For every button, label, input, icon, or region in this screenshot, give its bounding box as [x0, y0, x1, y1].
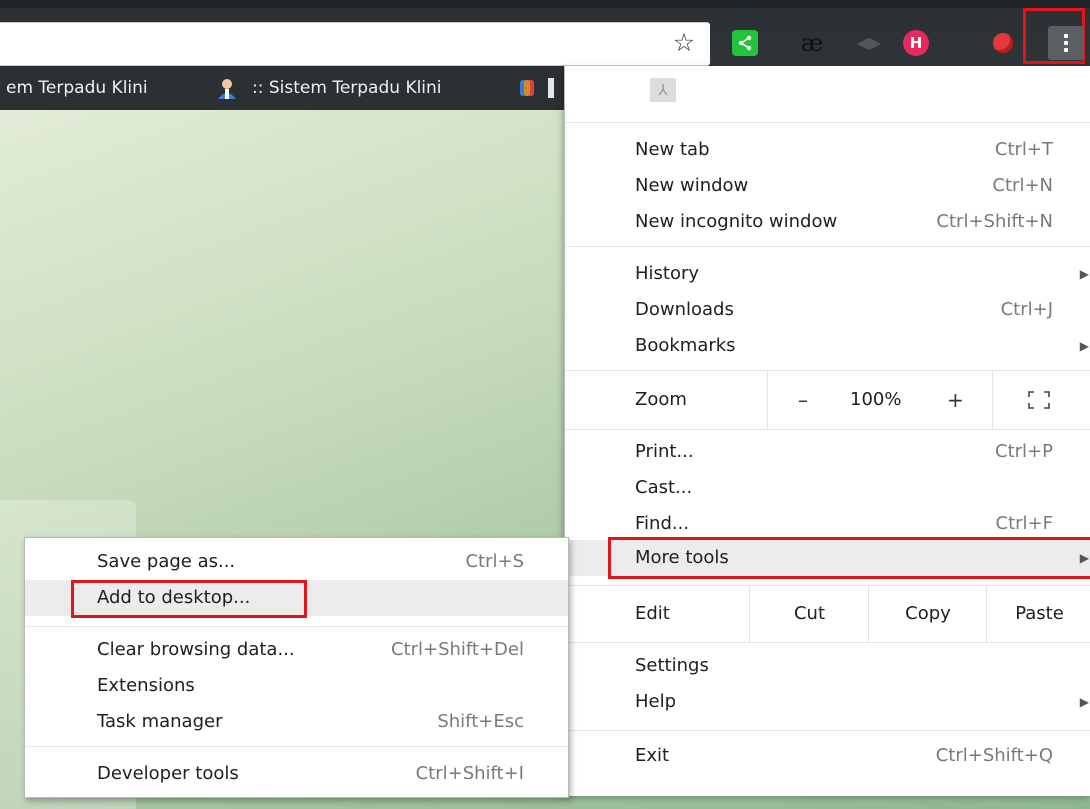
h-extension-icon[interactable]: H — [903, 30, 929, 56]
menu-item-label: Extensions — [97, 675, 195, 696]
chrome-main-menu: ⅄ New tab Ctrl+T New window Ctrl+N New i… — [564, 66, 1090, 796]
menu-item-label: New window — [635, 175, 749, 196]
menu-item-shortcut: Shift+Esc — [437, 711, 524, 732]
menu-dot — [1064, 41, 1068, 45]
menu-item-label: Cast... — [635, 477, 693, 498]
menu-dot — [1064, 48, 1068, 52]
add-to-desktop-highlight — [71, 580, 307, 618]
fullscreen-icon[interactable] — [1028, 391, 1050, 409]
menu-item-shortcut: Ctrl+S — [465, 551, 524, 572]
menu-item-shortcut: Ctrl+Shift+N — [936, 211, 1053, 232]
menu-item-settings[interactable]: Settings — [565, 648, 1090, 684]
menu-edit-row: Edit Cut Copy Paste — [565, 586, 1090, 642]
menu-item-label: Help — [635, 691, 677, 712]
h-extension-letter: H — [909, 34, 923, 52]
menu-item-label: New tab — [635, 139, 710, 160]
bookmark-item[interactable]: :: Sistem Terpadu Klini — [252, 66, 442, 110]
pdf-extension-icon[interactable]: ⅄ — [650, 78, 676, 102]
zoom-value: 100% — [850, 389, 902, 410]
bookmark-overflow[interactable] — [548, 78, 554, 98]
paste-button[interactable]: Paste — [986, 586, 1090, 642]
bookmark-item[interactable]: em Terpadu Klini — [6, 66, 148, 110]
cube-bookmark-icon[interactable] — [520, 80, 534, 96]
submenu-item-task-manager[interactable]: Task manager Shift+Esc — [25, 704, 568, 740]
bookmarks-bar: em Terpadu Klini :: Sistem Terpadu Klini — [0, 66, 564, 110]
red-extension-icon[interactable] — [993, 33, 1013, 53]
menu-item-label: Downloads — [635, 299, 734, 320]
menu-item-label: Bookmarks — [635, 335, 736, 356]
menu-item-help[interactable]: Help ▶ — [565, 684, 1090, 720]
menu-dot — [1064, 34, 1068, 38]
menu-separator — [25, 746, 568, 747]
menu-item-new-tab[interactable]: New tab Ctrl+T — [565, 132, 1090, 168]
menu-item-label: Task manager — [97, 711, 223, 732]
menu-separator — [565, 642, 1090, 643]
zoom-out-button[interactable]: – — [798, 371, 808, 429]
menu-item-label: Settings — [635, 655, 709, 676]
submenu-arrow-icon: ▶ — [1079, 267, 1089, 281]
zoom-divider — [992, 371, 993, 429]
copy-button[interactable]: Copy — [868, 586, 987, 642]
submenu-item-developer-tools[interactable]: Developer tools Ctrl+Shift+I — [25, 756, 568, 792]
menu-separator — [565, 246, 1090, 247]
menu-zoom-row: Zoom – 100% + — [565, 371, 1090, 429]
menu-item-print[interactable]: Print... Ctrl+P — [565, 434, 1090, 470]
menu-separator — [565, 429, 1090, 430]
share-extension-icon[interactable] — [732, 30, 758, 56]
menu-item-shortcut: Ctrl+J — [1000, 299, 1053, 320]
zoom-divider — [767, 371, 768, 429]
menu-item-shortcut: Ctrl+N — [992, 175, 1053, 196]
menu-item-shortcut: Ctrl+T — [994, 139, 1053, 160]
menu-item-new-window[interactable]: New window Ctrl+N — [565, 168, 1090, 204]
menu-separator — [25, 626, 568, 627]
menu-item-history[interactable]: History ▶ — [565, 256, 1090, 292]
chrome-menu-button[interactable] — [1048, 26, 1084, 60]
menu-item-new-incognito[interactable]: New incognito window Ctrl+Shift+N — [565, 204, 1090, 240]
menu-item-shortcut: Ctrl+P — [995, 441, 1053, 462]
submenu-item-clear-browsing-data[interactable]: Clear browsing data... Ctrl+Shift+Del — [25, 632, 568, 668]
address-bar[interactable] — [0, 22, 710, 66]
menu-item-label: Developer tools — [97, 763, 239, 784]
menu-item-shortcut: Ctrl+Shift+I — [415, 763, 524, 784]
more-tools-highlight — [608, 537, 1090, 579]
bookmark-star-icon[interactable]: ☆ — [666, 24, 702, 62]
browser-toolbar: ☆ æ ◀▶ H — [0, 0, 1090, 66]
menu-item-label: Print... — [635, 441, 694, 462]
menu-item-label: Clear browsing data... — [97, 639, 295, 660]
menu-separator — [565, 730, 1090, 731]
more-tools-submenu: Save page as... Ctrl+S Add to desktop...… — [24, 537, 569, 798]
edit-label: Edit — [635, 603, 670, 624]
menu-item-cast[interactable]: Cast... — [565, 470, 1090, 506]
menu-item-downloads[interactable]: Downloads Ctrl+J — [565, 292, 1090, 328]
menu-separator — [565, 122, 1090, 123]
audio-extension-icon[interactable]: ◀▶ — [856, 30, 882, 56]
ae-extension-icon[interactable]: æ — [795, 30, 829, 56]
cut-button[interactable]: Cut — [749, 586, 869, 642]
submenu-item-save-page[interactable]: Save page as... Ctrl+S — [25, 544, 568, 580]
submenu-item-extensions[interactable]: Extensions — [25, 668, 568, 704]
zoom-in-button[interactable]: + — [947, 371, 964, 429]
menu-item-shortcut: Ctrl+Shift+Q — [935, 745, 1053, 766]
menu-item-exit[interactable]: Exit Ctrl+Shift+Q — [565, 738, 1090, 774]
menu-item-label: New incognito window — [635, 211, 838, 232]
submenu-arrow-icon: ▶ — [1079, 339, 1089, 353]
menu-item-label: History — [635, 263, 700, 284]
menu-item-label: Save page as... — [97, 551, 236, 572]
menu-item-label: Exit — [635, 745, 670, 766]
menu-item-bookmarks[interactable]: Bookmarks ▶ — [565, 328, 1090, 364]
user-icon — [218, 79, 236, 99]
menu-item-shortcut: Ctrl+Shift+Del — [390, 639, 524, 660]
zoom-label: Zoom — [635, 389, 687, 410]
submenu-arrow-icon: ▶ — [1079, 695, 1089, 709]
